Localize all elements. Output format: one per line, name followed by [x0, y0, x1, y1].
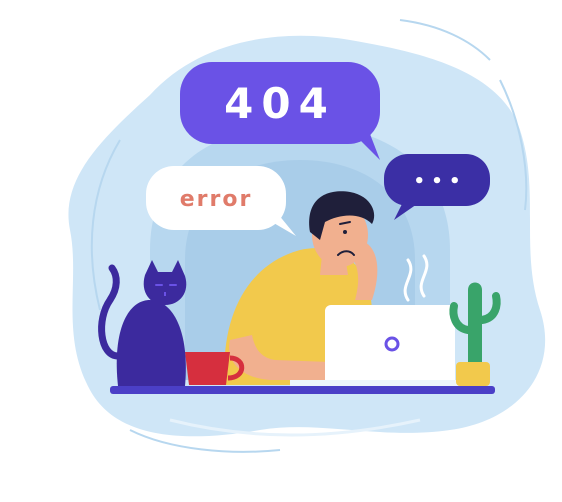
- bubble-typing-text: • • •: [413, 171, 460, 192]
- scene: 404 error • • •: [68, 19, 546, 453]
- bubble-error-text: error: [180, 187, 253, 212]
- desk: [110, 386, 495, 394]
- bubble-404-text: 404: [224, 79, 336, 128]
- illustration-404: 404 error • • •: [0, 0, 562, 502]
- cactus-pot: [456, 362, 490, 386]
